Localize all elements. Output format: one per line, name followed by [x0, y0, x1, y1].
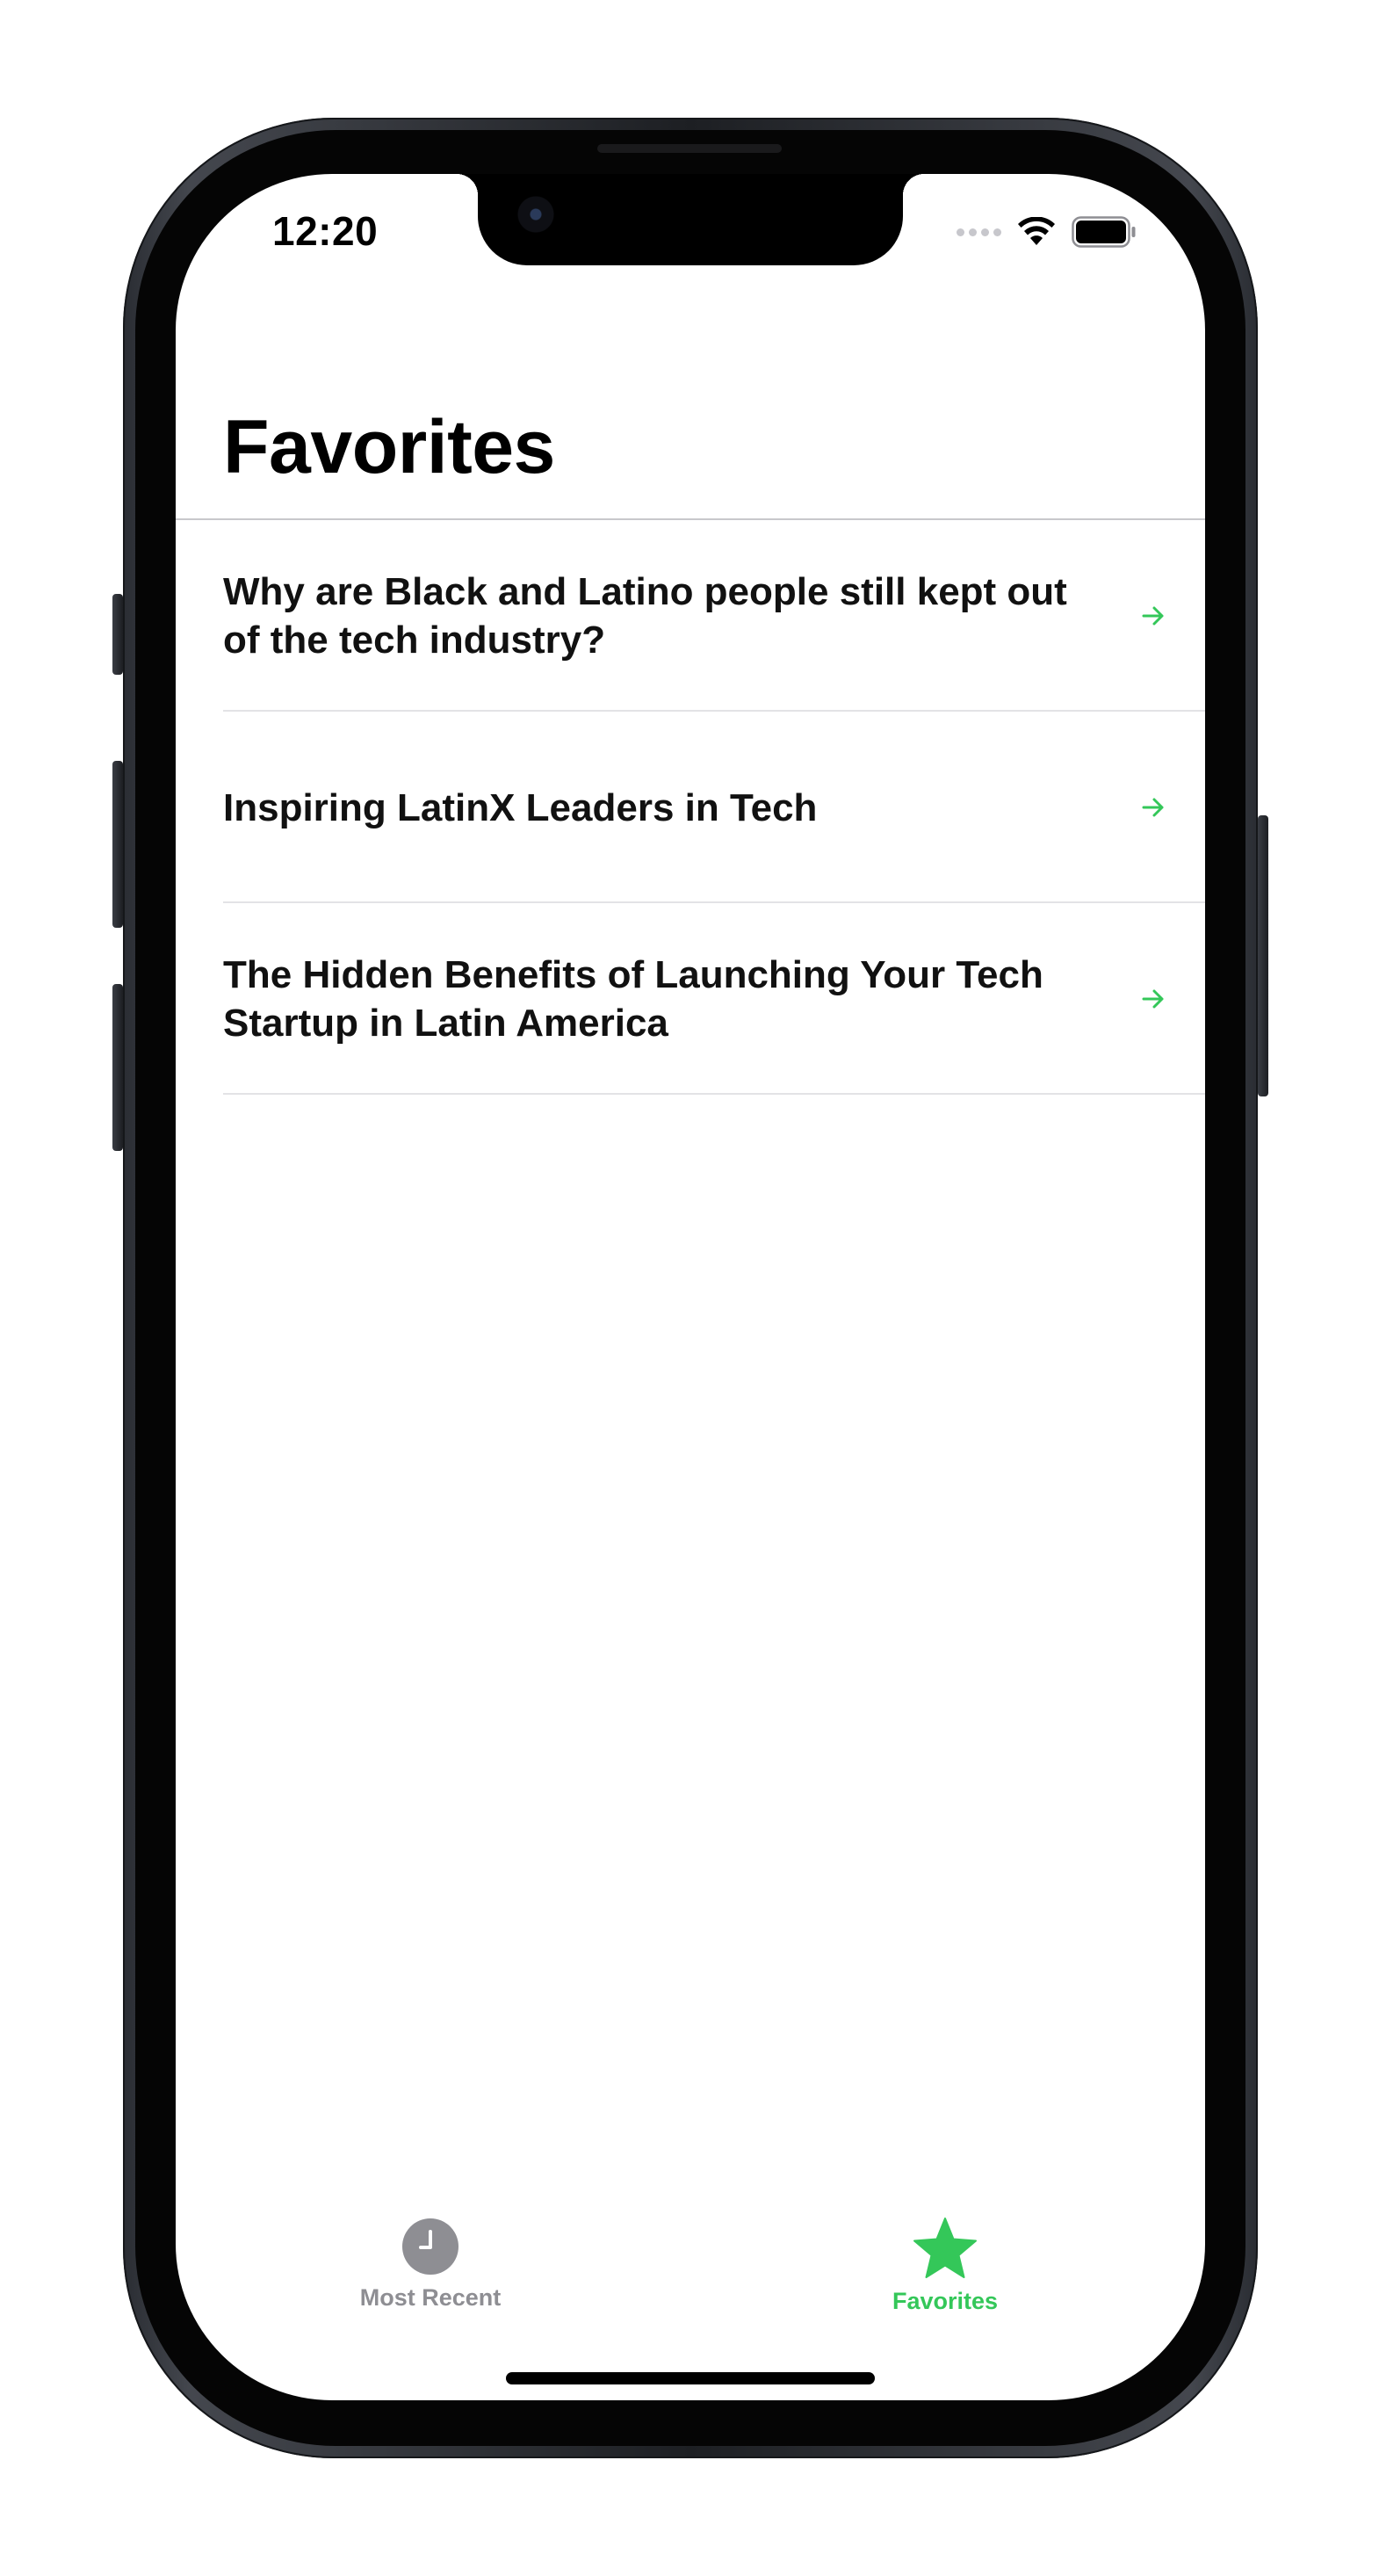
- arrow-right-icon: [1142, 989, 1164, 1009]
- battery-icon: [1072, 216, 1136, 248]
- volume-up-button: [112, 761, 123, 928]
- cellular-signal-icon: [957, 228, 1001, 236]
- page-title: Favorites: [223, 405, 555, 489]
- status-icons: [957, 216, 1137, 248]
- favorites-list: Why are Black and Latino people still ke…: [176, 520, 1205, 1095]
- power-button: [1258, 815, 1268, 1096]
- tab-bar: Most Recent Favorites: [176, 2172, 1205, 2400]
- silent-switch: [112, 594, 123, 675]
- arrow-right-icon: [1142, 606, 1164, 626]
- tab-most-recent[interactable]: Most Recent: [316, 2218, 545, 2312]
- tab-label-most-recent: Most Recent: [359, 2284, 502, 2311]
- earpiece-speaker: [597, 144, 782, 153]
- tab-favorites[interactable]: Favorites: [831, 2218, 1059, 2315]
- list-item[interactable]: Inspiring LatinX Leaders in Tech: [176, 712, 1205, 903]
- clock-icon: [402, 2218, 458, 2275]
- article-title: The Hidden Benefits of Launching Your Te…: [223, 953, 1043, 1045]
- tab-label-favorites: Favorites: [892, 2288, 999, 2314]
- article-title: Why are Black and Latino people still ke…: [223, 570, 1067, 662]
- article-title: Inspiring LatinX Leaders in Tech: [223, 785, 818, 829]
- phone-screen: 12:20 Favorites Why are Black and Latino…: [176, 174, 1205, 2400]
- list-item[interactable]: Why are Black and Latino people still ke…: [176, 520, 1205, 712]
- list-item[interactable]: The Hidden Benefits of Launching Your Te…: [176, 903, 1205, 1095]
- volume-down-button: [112, 984, 123, 1151]
- home-indicator[interactable]: [506, 2372, 875, 2384]
- arrow-right-icon: [1142, 798, 1164, 817]
- status-time: 12:20: [272, 208, 379, 254]
- front-camera: [516, 195, 555, 234]
- wifi-icon: [1018, 217, 1055, 245]
- star-icon: [913, 2218, 977, 2278]
